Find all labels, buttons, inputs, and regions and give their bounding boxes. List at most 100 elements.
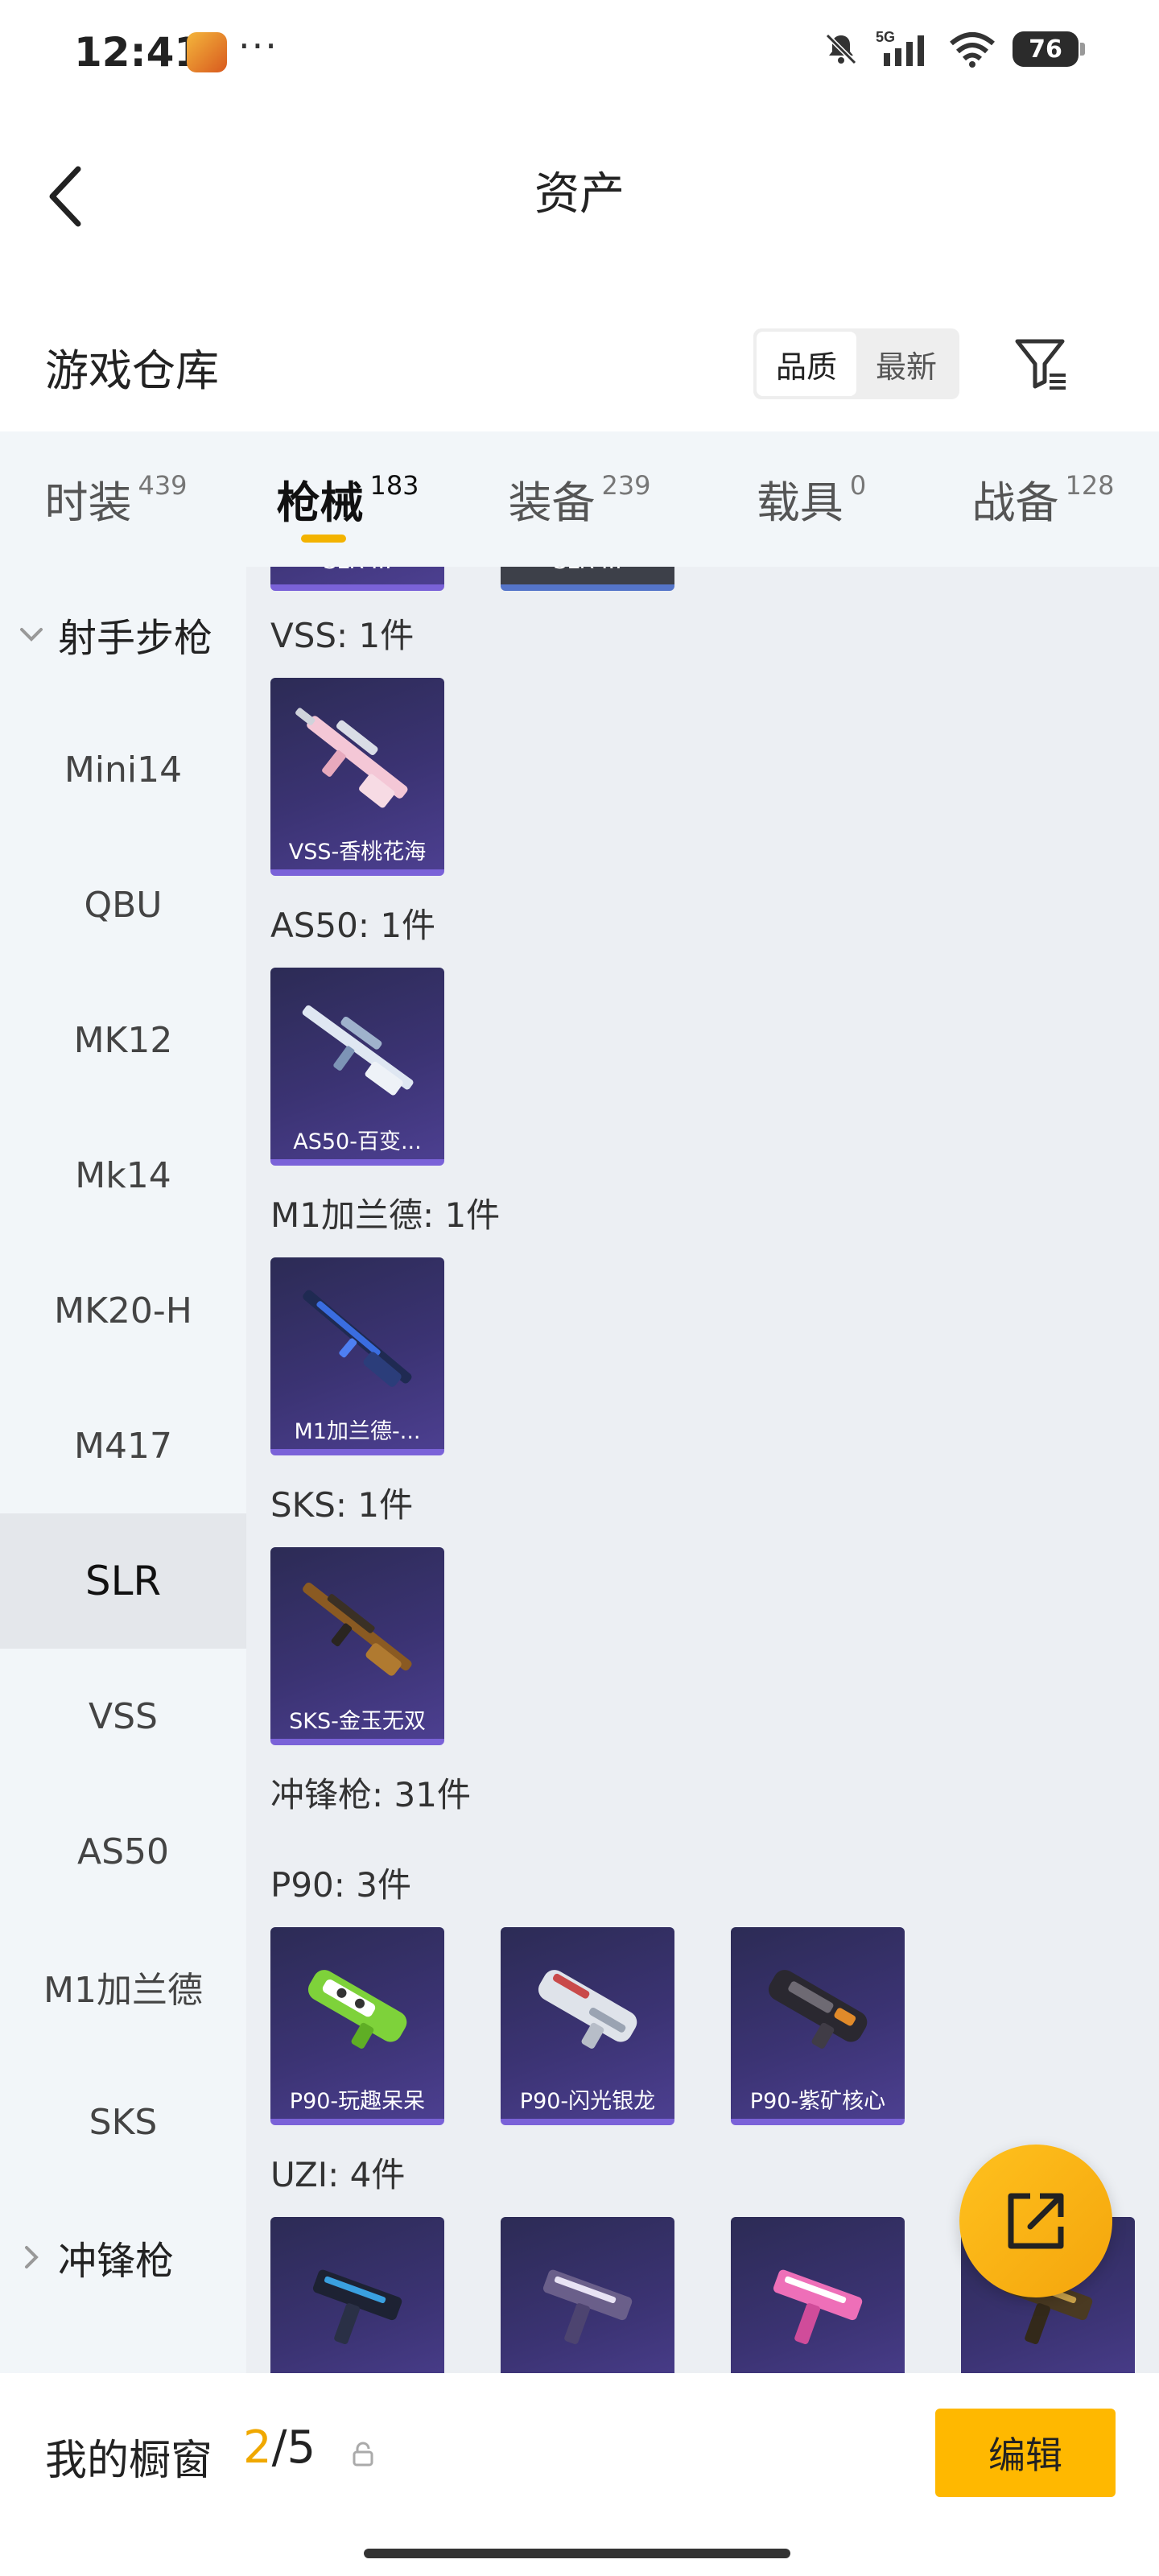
sidebar-item-mk20h[interactable]: MK20-H <box>0 1243 246 1378</box>
weapon-card-name: P90-紫矿核心 <box>749 2089 886 2114</box>
showcase-label: 我的橱窗 <box>45 2437 213 2485</box>
weapon-card-name: AS50-百变... <box>293 1129 422 1154</box>
tab-fashion[interactable]: 时装 439 <box>0 431 232 567</box>
sidebar-item-as50[interactable]: AS50 <box>0 1784 246 1919</box>
status-indicators: 5G 76 <box>823 29 1085 69</box>
weapon-card[interactable] <box>270 2217 444 2373</box>
weapon-card[interactable]: SLR-... <box>501 567 674 591</box>
sidebar-item-mk12[interactable]: MK12 <box>0 972 246 1108</box>
tab-label: 战备 <box>971 477 1059 528</box>
sidebar-item-sks[interactable]: SKS <box>0 2054 246 2190</box>
more-notifications-icon: ··· <box>238 24 278 68</box>
weapon-card[interactable]: SLR-... <box>270 567 444 591</box>
as50-skin-image <box>302 1005 414 1096</box>
tab-label: 枪械 <box>276 477 364 528</box>
sort-toggle: 品质 最新 <box>753 328 959 399</box>
section-label-p90: P90: 3件 <box>270 1865 411 1905</box>
weapon-card-name: P90-闪光银龙 <box>519 2089 656 2114</box>
filter-button[interactable] <box>1011 333 1072 394</box>
sidebar-item-qbu[interactable]: QBU <box>0 837 246 972</box>
section-label-vss: VSS: 1件 <box>270 616 415 655</box>
lock-icon <box>353 2442 373 2467</box>
tab-count: 128 <box>1065 470 1115 501</box>
sidebar-item-m1-garand[interactable]: M1加兰德 <box>0 1919 246 2054</box>
home-indicator <box>364 2549 790 2558</box>
tab-label: 时装 <box>44 477 132 528</box>
edit-button[interactable]: 编辑 <box>935 2409 1116 2497</box>
showcase-total: /5 <box>271 2421 316 2474</box>
weapon-card[interactable]: M1加兰德-... <box>270 1257 444 1455</box>
tab-count: 439 <box>138 470 188 501</box>
sidebar-item-mk14[interactable]: Mk14 <box>0 1108 246 1243</box>
weapon-card[interactable]: P90-玩趣呆呆 <box>270 1927 444 2125</box>
weapon-card[interactable]: AS50-百变... <box>270 968 444 1166</box>
tab-gear[interactable]: 战备 128 <box>927 431 1159 567</box>
share-external-icon <box>1008 2193 1064 2249</box>
sort-quality-option[interactable]: 品质 <box>757 332 856 396</box>
sidebar-group-label: 冲锋枪 <box>58 2239 175 2284</box>
weapon-card[interactable] <box>731 2217 905 2373</box>
battery-indicator: 76 <box>1013 31 1085 67</box>
category-tabs: 时装 439 枪械 183 装备 239 载具 0 战备 128 <box>0 431 1159 567</box>
weapon-card[interactable]: P90-闪光银龙 <box>501 1927 674 2125</box>
tab-count: 0 <box>849 470 867 501</box>
tab-count: 183 <box>369 470 419 501</box>
svg-text:5G: 5G <box>876 29 895 45</box>
weapon-card[interactable]: VSS-香桃花海 <box>270 678 444 876</box>
weapon-card[interactable]: SKS-金玉无双 <box>270 1547 444 1745</box>
weapon-card-name: P90-玩趣呆呆 <box>289 2089 426 2114</box>
weapon-skin-list: SLR-... SLR-... VSS: 1件 VSS-香桃花海 AS50: 1… <box>246 567 1159 2373</box>
sidebar-item-m417[interactable]: M417 <box>0 1378 246 1513</box>
m1-garand-skin-image <box>303 1290 412 1387</box>
sidebar-item-vss[interactable]: VSS <box>0 1649 246 1784</box>
weapon-type-sidebar: 射手步枪 Mini14 QBU MK12 Mk14 MK20-H M417 SL… <box>0 567 246 2373</box>
section-label-as50: AS50: 1件 <box>270 906 436 945</box>
warehouse-title: 游戏仓库 <box>45 345 219 396</box>
sidebar-group-marksman-rifles[interactable]: 射手步枪 <box>0 567 246 702</box>
status-bar: 12:41 ··· 5G 76 <box>0 0 1159 105</box>
sidebar-item-slr[interactable]: SLR <box>0 1513 246 1649</box>
weapon-card[interactable]: P90-紫矿核心 <box>731 1927 905 2125</box>
share-button[interactable] <box>959 2145 1112 2297</box>
tab-equipment[interactable]: 装备 239 <box>464 431 695 567</box>
section-label-uzi: UZI: 4件 <box>270 2155 406 2194</box>
tab-label: 载具 <box>756 477 843 528</box>
vss-skin-image <box>295 708 408 808</box>
section-label-m1-garand: M1加兰德: 1件 <box>270 1195 501 1235</box>
status-time: 12:41 <box>74 29 203 76</box>
wifi-icon <box>950 32 995 68</box>
p90-skin-image <box>307 1970 407 2049</box>
p90-skin-image <box>538 1970 637 2049</box>
uzi-skin-image <box>542 2269 633 2344</box>
cellular-signal-icon: 5G <box>876 29 924 66</box>
weapon-card-name: SLR-... <box>270 567 444 581</box>
chevron-down-icon <box>20 628 43 642</box>
sks-skin-image <box>303 1582 412 1676</box>
section-label-sks: SKS: 1件 <box>270 1485 414 1525</box>
weapon-card-name: M1加兰德-... <box>294 1419 421 1444</box>
warehouse-header: 游戏仓库 品质 最新 <box>0 314 1159 427</box>
sort-newest-option[interactable]: 最新 <box>856 332 956 396</box>
sidebar-group-smg[interactable]: 冲锋枪 <box>0 2190 246 2325</box>
tab-firearms[interactable]: 枪械 183 <box>232 431 464 567</box>
tab-vehicles[interactable]: 载具 0 <box>695 431 927 567</box>
uzi-skin-image <box>312 2269 402 2344</box>
weapon-card-name: VSS-香桃花海 <box>288 840 427 865</box>
showcase-count: 2/5 <box>243 2421 316 2474</box>
sidebar-item-mini14[interactable]: Mini14 <box>0 702 246 837</box>
page-title: 资产 <box>534 168 625 221</box>
weapon-card-name: SLR-... <box>501 567 674 581</box>
chevron-right-icon <box>25 2246 39 2268</box>
mute-bell-icon <box>825 33 857 65</box>
category-label-smg: 冲锋枪: 31件 <box>270 1775 471 1814</box>
sidebar-group-label: 射手步枪 <box>58 616 213 661</box>
filter-funnel-icon <box>1015 339 1066 390</box>
weapon-card[interactable] <box>501 2217 674 2373</box>
showcase-current: 2 <box>243 2421 272 2474</box>
active-tab-indicator <box>301 535 346 543</box>
showcase-bar: 我的橱窗 2/5 编辑 <box>0 2373 1159 2576</box>
tab-label: 装备 <box>508 477 596 528</box>
weapon-card-name: SKS-金玉无双 <box>289 1709 426 1734</box>
uzi-skin-image <box>773 2269 863 2344</box>
header: 资产 <box>0 105 1159 266</box>
